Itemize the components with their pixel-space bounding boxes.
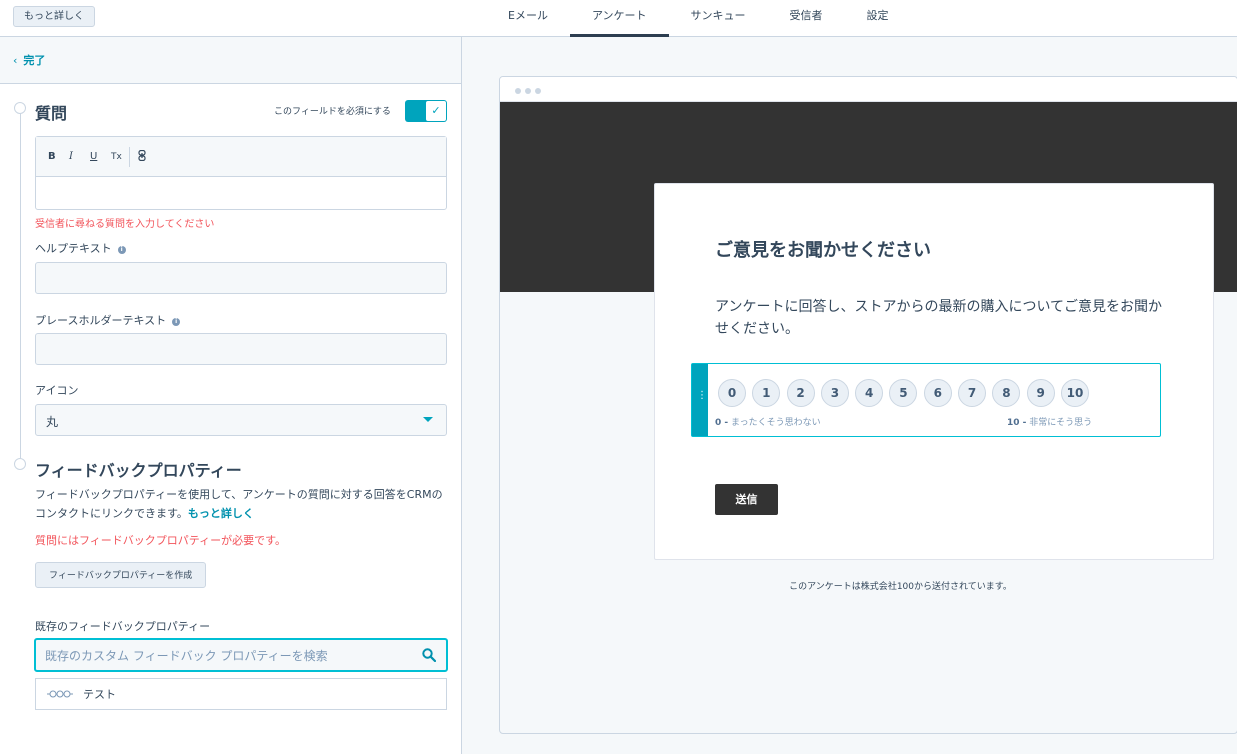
rating-option-5[interactable]: 5	[889, 379, 918, 407]
placeholder-text-label: プレースホルダーテキスト i	[35, 312, 181, 328]
check-icon: ✓	[426, 101, 446, 121]
required-toggle[interactable]: ✓	[405, 100, 447, 122]
info-icon[interactable]: i	[117, 246, 126, 254]
window-dot-icon	[515, 88, 521, 94]
survey-card: ご意見をお聞かせください アンケートに回答し、ストアからの最新の購入についてご意…	[654, 183, 1214, 560]
help-text-label: ヘルプテキスト i	[35, 240, 126, 256]
search-icon[interactable]	[422, 648, 436, 662]
scale-high-label: 10 - 非常にそう思う	[1007, 418, 1093, 428]
clear-format-button[interactable]: Tx	[111, 152, 129, 162]
underline-button[interactable]: U	[90, 151, 111, 162]
nps-question-block[interactable]: ⋮⋮ 0 1 2 3 4 5 6 7 8 9 10 0 - まったくそう思わない…	[691, 363, 1161, 437]
tab-settings[interactable]: 設定	[845, 0, 911, 37]
rating-option-3[interactable]: 3	[820, 379, 849, 407]
tab-survey[interactable]: アンケート	[569, 0, 669, 37]
done-link[interactable]: ‹ 完了	[13, 52, 45, 68]
icon-select-value: 丸	[46, 415, 59, 429]
question-rich-text-editor[interactable]: B I U Tx	[35, 136, 447, 210]
existing-properties-label: 既存のフィードバックプロパティー	[35, 620, 211, 633]
property-icon	[47, 690, 73, 698]
tab-email[interactable]: Eメール	[486, 0, 570, 37]
property-result-label: テスト	[83, 688, 116, 701]
editor-toolbar: B I U Tx	[36, 137, 446, 177]
chevron-left-icon: ‹	[13, 54, 18, 67]
done-bar: ‹ 完了	[0, 37, 461, 84]
learn-more-button[interactable]: もっと詳しく	[13, 6, 95, 27]
toolbar-divider	[129, 146, 130, 167]
survey-preview: ご意見をお聞かせください アンケートに回答し、ストアからの最新の購入についてご意…	[499, 76, 1237, 734]
feedback-error: 質問にはフィードバックプロパティーが必要です。	[35, 534, 287, 547]
icon-label: アイコン	[35, 384, 79, 397]
italic-button[interactable]: I	[69, 151, 90, 162]
survey-footer-note: このアンケートは株式会社100から送付されています。	[789, 582, 1012, 592]
rating-option-8[interactable]: 8	[992, 379, 1021, 407]
learn-more-link[interactable]: もっと詳しく	[188, 507, 254, 520]
rating-option-7[interactable]: 7	[958, 379, 987, 407]
question-editor-panel: ‹ 完了 質問 このフィールドを必須にする ✓ B I U Tx 受信者に尋ねる質…	[0, 37, 462, 754]
drag-handle-icon: ⋮⋮	[697, 390, 719, 401]
icon-select[interactable]: 丸	[35, 404, 447, 436]
drag-handle[interactable]: ⋮⋮	[692, 364, 718, 436]
survey-title: ご意見をお聞かせください	[715, 240, 931, 261]
link-icon[interactable]	[138, 149, 159, 164]
rating-option-1[interactable]: 1	[752, 379, 781, 407]
placeholder-text-input[interactable]	[35, 333, 447, 365]
rating-option-10[interactable]: 10	[1060, 379, 1089, 407]
window-dot-icon	[535, 88, 541, 94]
bold-button[interactable]: B	[48, 151, 69, 162]
rating-option-2[interactable]: 2	[786, 379, 815, 407]
question-section-title: 質問	[35, 104, 68, 123]
question-error: 受信者に尋ねる質問を入力してください	[35, 219, 215, 230]
caret-down-icon	[423, 417, 433, 422]
timeline-dot-question	[14, 102, 26, 114]
editor-tabs: Eメール アンケート サンキュー 受信者 設定	[486, 0, 911, 37]
top-bar: もっと詳しく Eメール アンケート サンキュー 受信者 設定	[0, 0, 1237, 37]
timeline-dot-feedback	[14, 458, 26, 470]
rating-option-0[interactable]: 0	[718, 379, 746, 407]
feedback-description: フィードバックプロパティーを使用して、アンケートの質問に対する回答をCRMのコン…	[35, 488, 443, 520]
scale-low-label: 0 - まったくそう思わない	[715, 418, 821, 428]
survey-body: アンケートに回答し、ストアからの最新の購入についてご意見をお聞かせください。	[715, 299, 1163, 337]
done-label: 完了	[23, 54, 46, 67]
timeline-line	[20, 109, 21, 465]
rating-option-4[interactable]: 4	[855, 379, 884, 407]
property-search-input[interactable]: 既存のカスタム フィードバック プロパティーを検索	[34, 638, 448, 672]
search-placeholder: 既存のカスタム フィードバック プロパティーを検索	[45, 649, 328, 663]
rating-option-6[interactable]: 6	[923, 379, 952, 407]
create-feedback-property-button[interactable]: フィードバックプロパティーを作成	[35, 562, 207, 588]
tab-thank-you[interactable]: サンキュー	[669, 0, 768, 37]
rating-scale: 0 1 2 3 4 5 6 7 8 9 10	[718, 379, 1095, 407]
submit-button[interactable]: 送信	[715, 484, 778, 515]
window-dot-icon	[525, 88, 531, 94]
rating-option-9[interactable]: 9	[1026, 379, 1055, 407]
browser-bar	[500, 77, 1237, 102]
help-text-input[interactable]	[35, 262, 447, 294]
required-toggle-label: このフィールドを必須にする	[274, 107, 391, 117]
feedback-section-title: フィードバックプロパティー	[35, 461, 242, 480]
tab-recipients[interactable]: 受信者	[768, 0, 845, 37]
property-result-item[interactable]: テスト	[35, 678, 447, 710]
info-icon[interactable]: i	[172, 318, 181, 326]
